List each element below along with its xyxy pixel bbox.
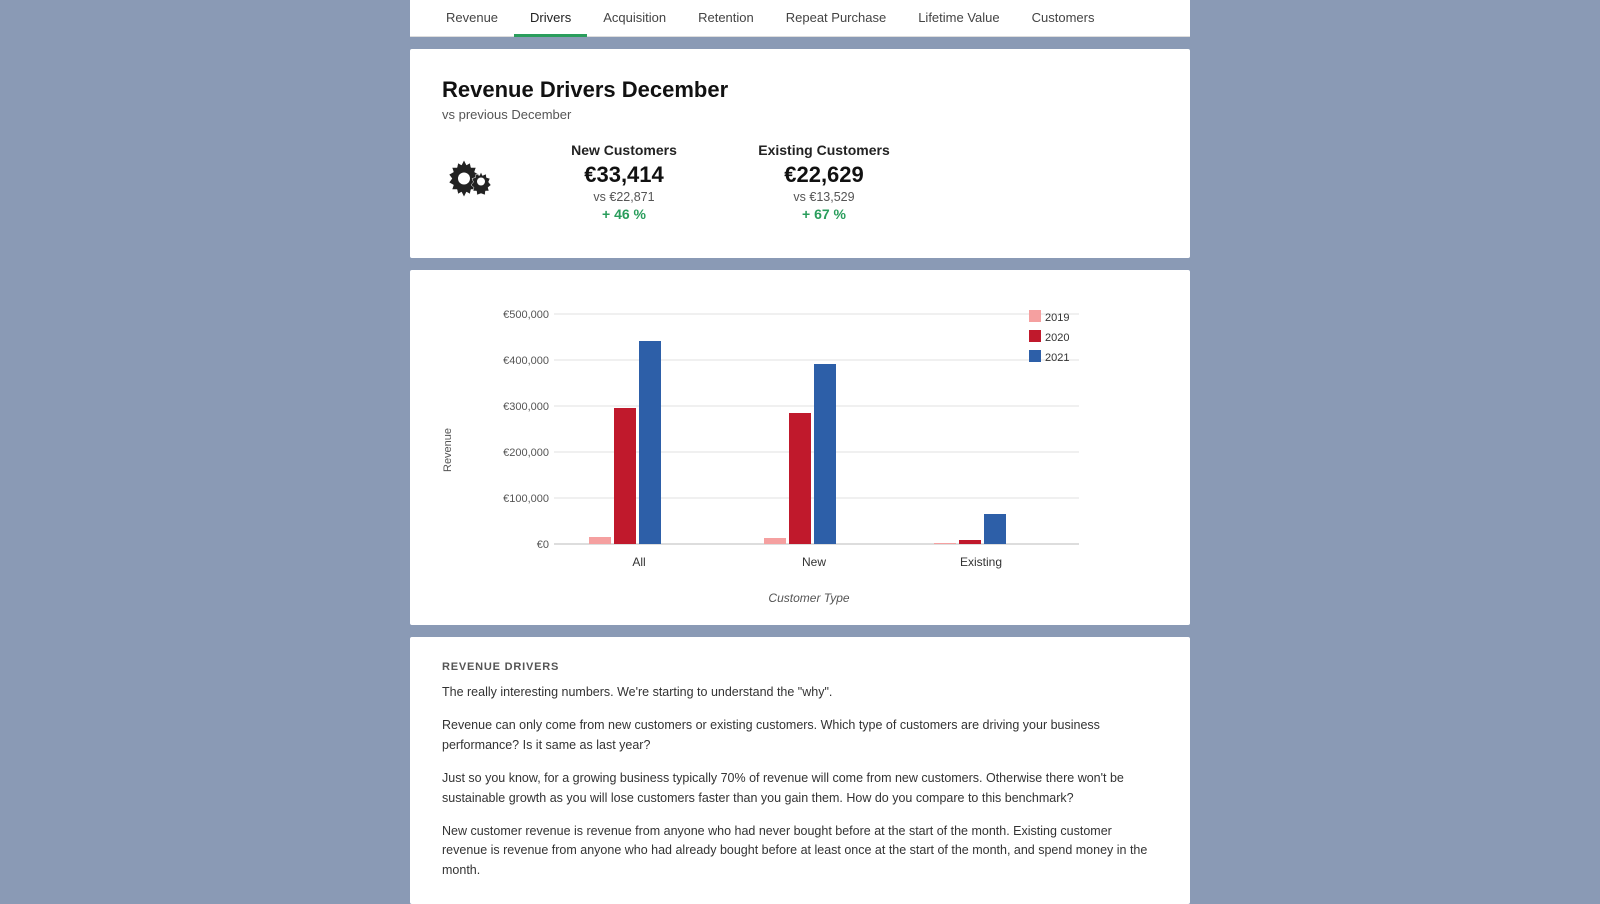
new-customers-label: New Customers: [554, 142, 694, 158]
new-customers-change: + 46 %: [554, 206, 694, 222]
desc-paragraph-4: New customer revenue is revenue from any…: [442, 822, 1158, 880]
nav-item-lifetime-value[interactable]: Lifetime Value: [902, 0, 1015, 37]
svg-text:Existing: Existing: [960, 555, 1002, 569]
kpi-panel: Revenue Drivers December vs previous Dec…: [410, 49, 1190, 258]
desc-paragraph-2: Revenue can only come from new customers…: [442, 716, 1158, 755]
nav-item-repeat-purchase[interactable]: Repeat Purchase: [770, 0, 902, 37]
gear-icon: [442, 150, 494, 207]
svg-text:€300,000: €300,000: [503, 401, 549, 413]
nav-bar: Revenue Drivers Acquisition Retention Re…: [410, 0, 1190, 37]
desc-section-title: REVENUE DRIVERS: [442, 661, 1158, 673]
desc-paragraph-3: Just so you know, for a growing business…: [442, 769, 1158, 808]
svg-text:2019: 2019: [1045, 312, 1069, 324]
nav-item-drivers[interactable]: Drivers: [514, 0, 587, 37]
kpi-row: New Customers €33,414 vs €22,871 + 46 % …: [442, 142, 1158, 222]
page-title: Revenue Drivers December: [442, 77, 1158, 103]
chart-panel: Revenue €500,000 €400,000 €300,000: [410, 270, 1190, 625]
new-customers-value: €33,414: [554, 162, 694, 188]
new-customers-kpi: New Customers €33,414 vs €22,871 + 46 %: [554, 142, 694, 222]
nav-item-customers[interactable]: Customers: [1016, 0, 1111, 37]
svg-text:2020: 2020: [1045, 332, 1069, 344]
nav-item-acquisition[interactable]: Acquisition: [587, 0, 682, 37]
page-subtitle: vs previous December: [442, 107, 1158, 122]
nav-item-retention[interactable]: Retention: [682, 0, 770, 37]
existing-customers-value: €22,629: [754, 162, 894, 188]
description-panel: REVENUE DRIVERS The really interesting n…: [410, 637, 1190, 904]
svg-text:All: All: [632, 555, 645, 569]
svg-text:€400,000: €400,000: [503, 355, 549, 367]
svg-text:€200,000: €200,000: [503, 447, 549, 459]
existing-customers-kpi: Existing Customers €22,629 vs €13,529 + …: [754, 142, 894, 222]
svg-text:2021: 2021: [1045, 352, 1069, 364]
existing-customers-label: Existing Customers: [754, 142, 894, 158]
svg-text:New: New: [802, 555, 826, 569]
svg-text:€500,000: €500,000: [503, 309, 549, 321]
desc-paragraph-1: The really interesting numbers. We're st…: [442, 683, 1158, 702]
nav-item-revenue[interactable]: Revenue: [430, 0, 514, 37]
existing-customers-compare: vs €13,529: [754, 190, 894, 204]
chart-area: €500,000 €400,000 €300,000 €200,000 €100…: [460, 294, 1158, 605]
new-customers-compare: vs €22,871: [554, 190, 694, 204]
existing-customers-change: + 67 %: [754, 206, 894, 222]
y-axis-label: Revenue: [442, 294, 454, 605]
svg-text:€100,000: €100,000: [503, 493, 549, 505]
svg-text:€0: €0: [537, 539, 549, 551]
